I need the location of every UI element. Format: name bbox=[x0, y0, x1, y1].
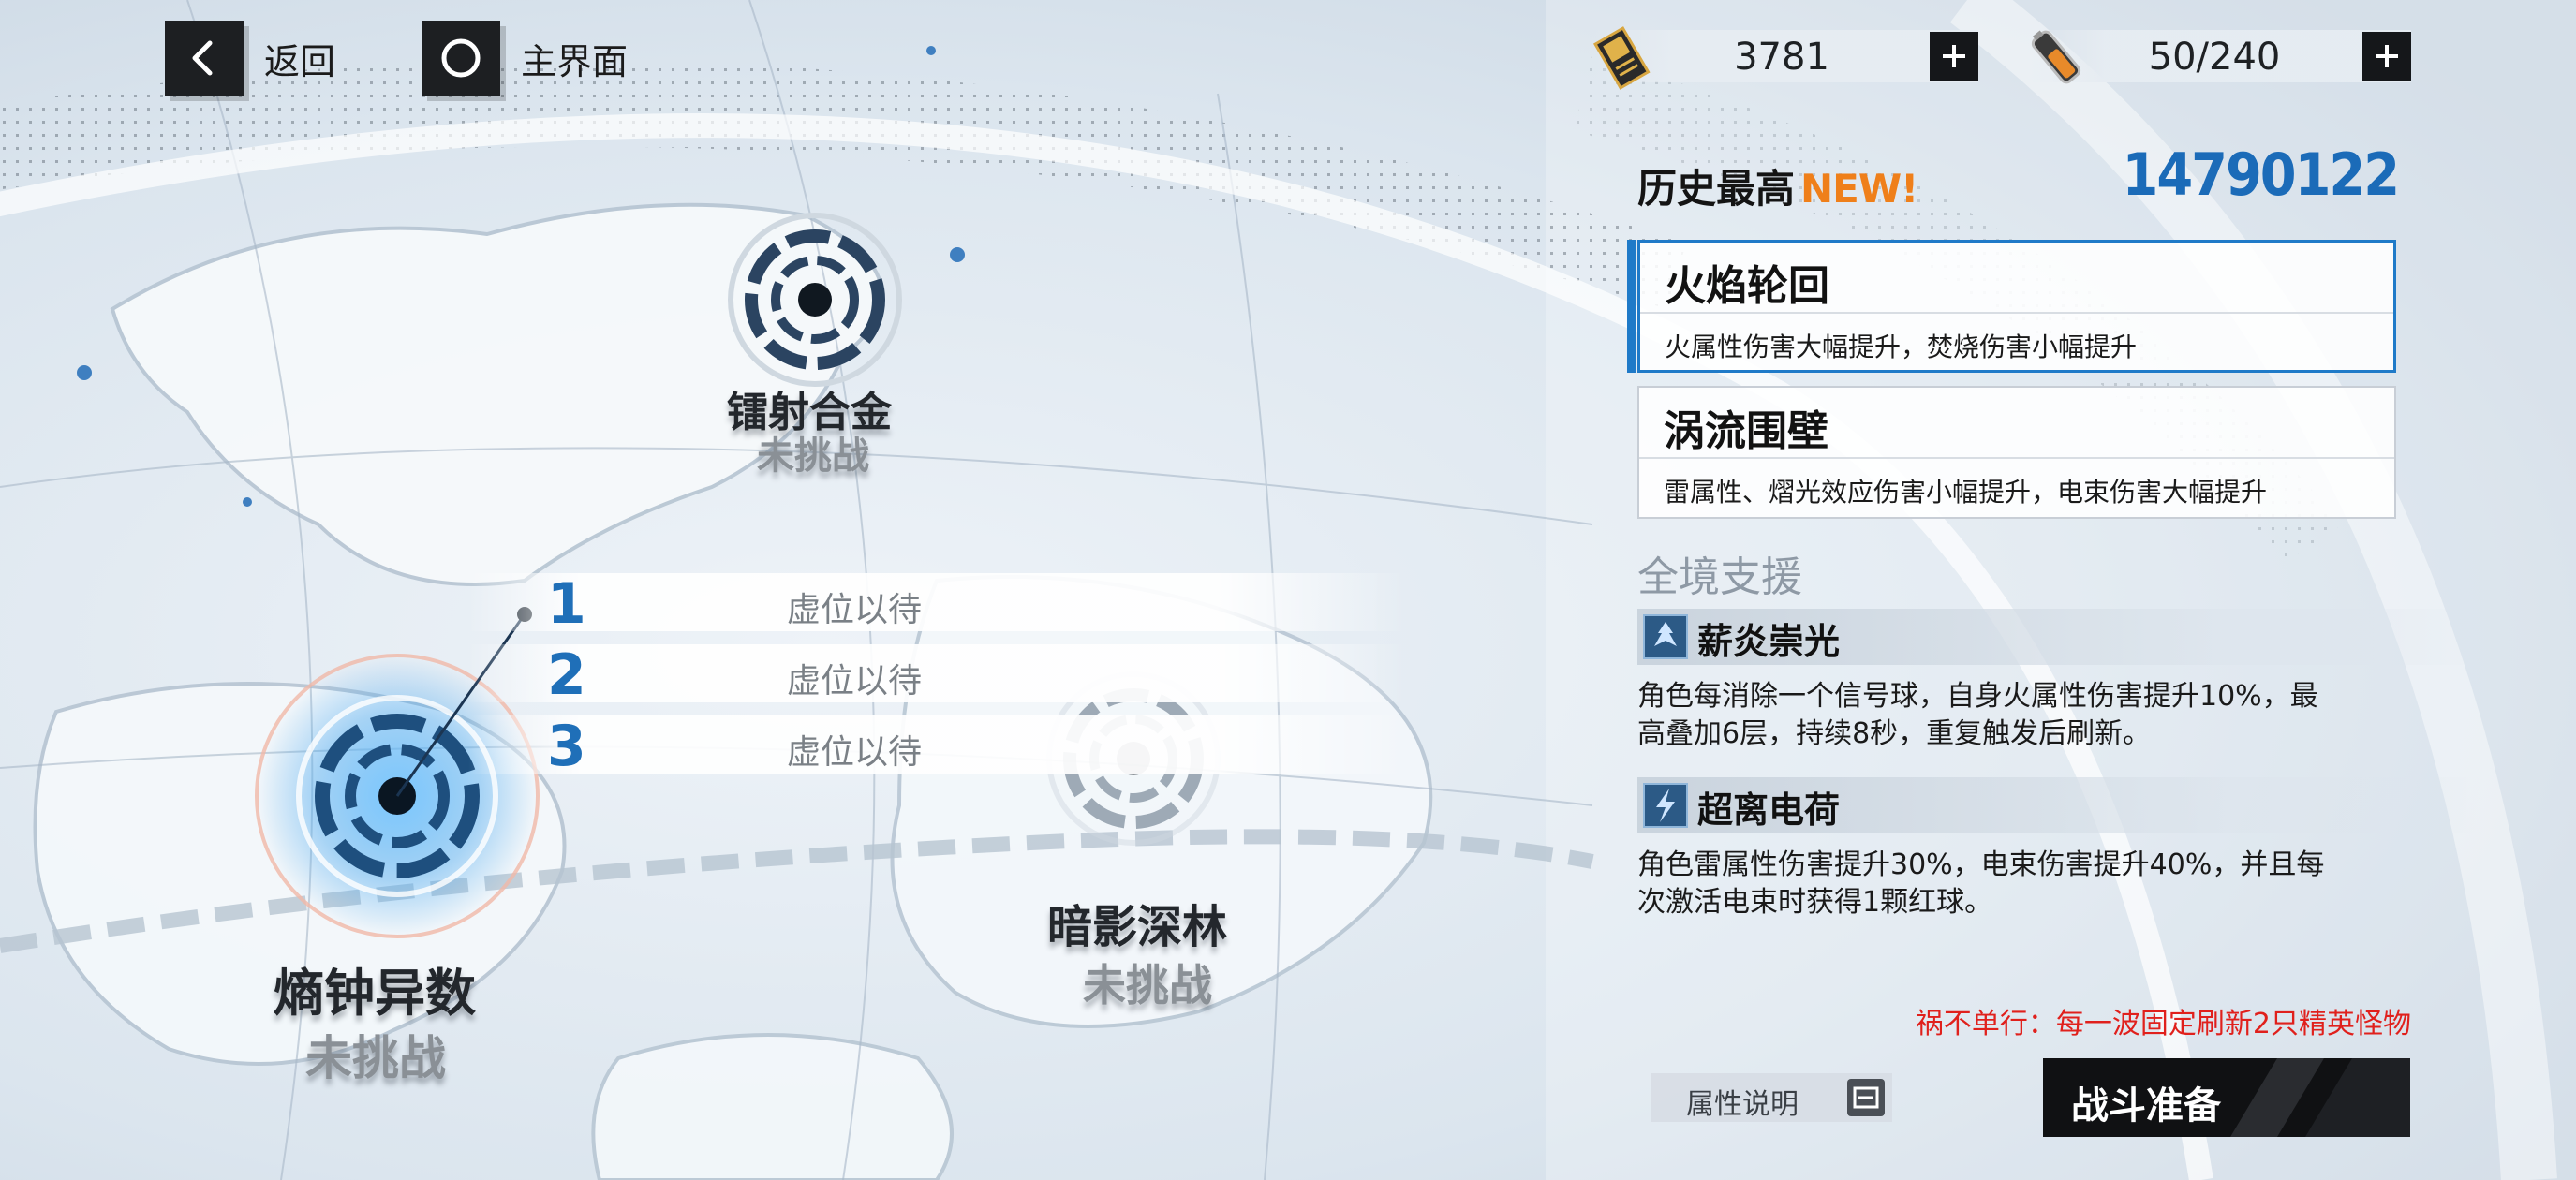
team-slot-1[interactable]: 1 虚位以待 bbox=[468, 571, 1405, 637]
ticket-icon bbox=[1592, 26, 1651, 90]
new-badge: NEW! bbox=[1800, 166, 1918, 212]
node-status-laser-alloy: 未挑战 bbox=[757, 435, 869, 478]
add-ticket-button[interactable] bbox=[1930, 32, 1978, 81]
slot-number: 2 bbox=[547, 642, 586, 708]
team-slot-3[interactable]: 3 虚位以待 bbox=[468, 714, 1405, 779]
slot-number: 3 bbox=[547, 714, 586, 779]
buff-card-vortex-wall[interactable]: 涡流围壁 雷属性、熠光效应伤害小幅提升，电束伤害大幅提升 bbox=[1637, 386, 2396, 519]
node-name-entropy-clock[interactable]: 熵钟异数 bbox=[274, 951, 476, 1025]
currency-energy: 50/240 bbox=[2027, 30, 2411, 84]
attribute-info-label: 属性说明 bbox=[1686, 1088, 1799, 1121]
back-label: 返回 bbox=[264, 40, 336, 82]
lightning-skill-icon bbox=[1643, 783, 1688, 828]
battery-icon bbox=[2031, 30, 2081, 84]
high-score-label: 历史最高 NEW! bbox=[1637, 157, 1918, 214]
battle-prepare-button[interactable]: 战斗准备 bbox=[2043, 1058, 2410, 1137]
skill-name: 超离电荷 bbox=[1697, 789, 1841, 831]
buff-title: 火焰轮回 bbox=[1665, 262, 1829, 310]
skill-desc-line: 高叠加6层，持续8秒，重复触发后刷新。 bbox=[1637, 717, 2152, 750]
skill-desc-line: 角色每消除一个信号球，自身火属性伤害提升10%，最 bbox=[1637, 680, 2318, 713]
home-circle-icon bbox=[422, 21, 500, 96]
skill-header-flame-glory: 薪炎崇光 bbox=[1637, 609, 2480, 665]
slot-number: 1 bbox=[547, 571, 586, 637]
stage-modifier-warning: 祸不单行：每一波固定刷新2只精英怪物 bbox=[1915, 1008, 2411, 1040]
currency-ticket: 3781 bbox=[1592, 26, 1978, 90]
buff-desc: 雷属性、熠光效应伤害小幅提升，电束伤害大幅提升 bbox=[1664, 477, 2268, 508]
battle-prepare-label: 战斗准备 bbox=[2071, 1084, 2221, 1128]
plus-icon bbox=[2376, 45, 2398, 67]
slot-placeholder: 虚位以待 bbox=[787, 591, 923, 629]
skill-desc-flame-glory: 角色每消除一个信号球，自身火属性伤害提升10%，最 高叠加6层，持续8秒，重复触… bbox=[1637, 678, 2415, 753]
team-slot-2[interactable]: 2 虚位以待 bbox=[468, 642, 1405, 708]
node-status-entropy-clock: 未挑战 bbox=[305, 1031, 446, 1085]
add-energy-button[interactable] bbox=[2362, 32, 2411, 81]
support-section-title: 全境支援 bbox=[1637, 553, 1802, 601]
divider bbox=[1639, 457, 2394, 459]
high-score-title: 历史最高 bbox=[1637, 166, 1796, 212]
main-menu-label: 主界面 bbox=[521, 40, 629, 82]
high-score-value: 14790122 bbox=[2122, 140, 2400, 209]
back-arrow-icon bbox=[165, 21, 244, 96]
flame-skill-icon bbox=[1643, 614, 1688, 659]
buff-desc: 火属性伤害大幅提升，焚烧伤害小幅提升 bbox=[1665, 332, 2138, 362]
node-status-shadow-forest: 未挑战 bbox=[1083, 960, 1212, 1010]
buff-card-flame-cycle[interactable]: 火焰轮回 火属性伤害大幅提升，焚烧伤害小幅提升 bbox=[1627, 240, 2396, 373]
skill-header-ultra-charge: 超离电荷 bbox=[1637, 777, 2480, 833]
ticket-count: 3781 bbox=[1734, 36, 1829, 79]
node-name-shadow-forest[interactable]: 暗影深林 bbox=[1047, 890, 1227, 955]
back-button[interactable]: 返回 bbox=[165, 21, 335, 96]
document-icon bbox=[1847, 1079, 1885, 1116]
divider bbox=[1640, 312, 2393, 314]
attribute-info-button[interactable]: 属性说明 bbox=[1651, 1073, 1892, 1122]
plus-icon bbox=[1943, 45, 1965, 67]
buff-title: 涡流围壁 bbox=[1664, 407, 1828, 455]
slot-placeholder: 虚位以待 bbox=[787, 662, 923, 701]
skill-desc-ultra-charge: 角色雷属性伤害提升30%，电束伤害提升40%，并且每 次激活电束时获得1颗红球。 bbox=[1637, 847, 2415, 922]
skill-desc-line: 次激活电束时获得1颗红球。 bbox=[1637, 886, 1993, 919]
main-menu-button[interactable]: 主界面 bbox=[422, 21, 628, 96]
slot-placeholder: 虚位以待 bbox=[787, 733, 923, 772]
skill-desc-line: 角色雷属性伤害提升30%，电束伤害提升40%，并且每 bbox=[1637, 848, 2325, 881]
energy-count: 50/240 bbox=[2148, 36, 2281, 79]
skill-name: 薪炎崇光 bbox=[1697, 621, 1841, 662]
